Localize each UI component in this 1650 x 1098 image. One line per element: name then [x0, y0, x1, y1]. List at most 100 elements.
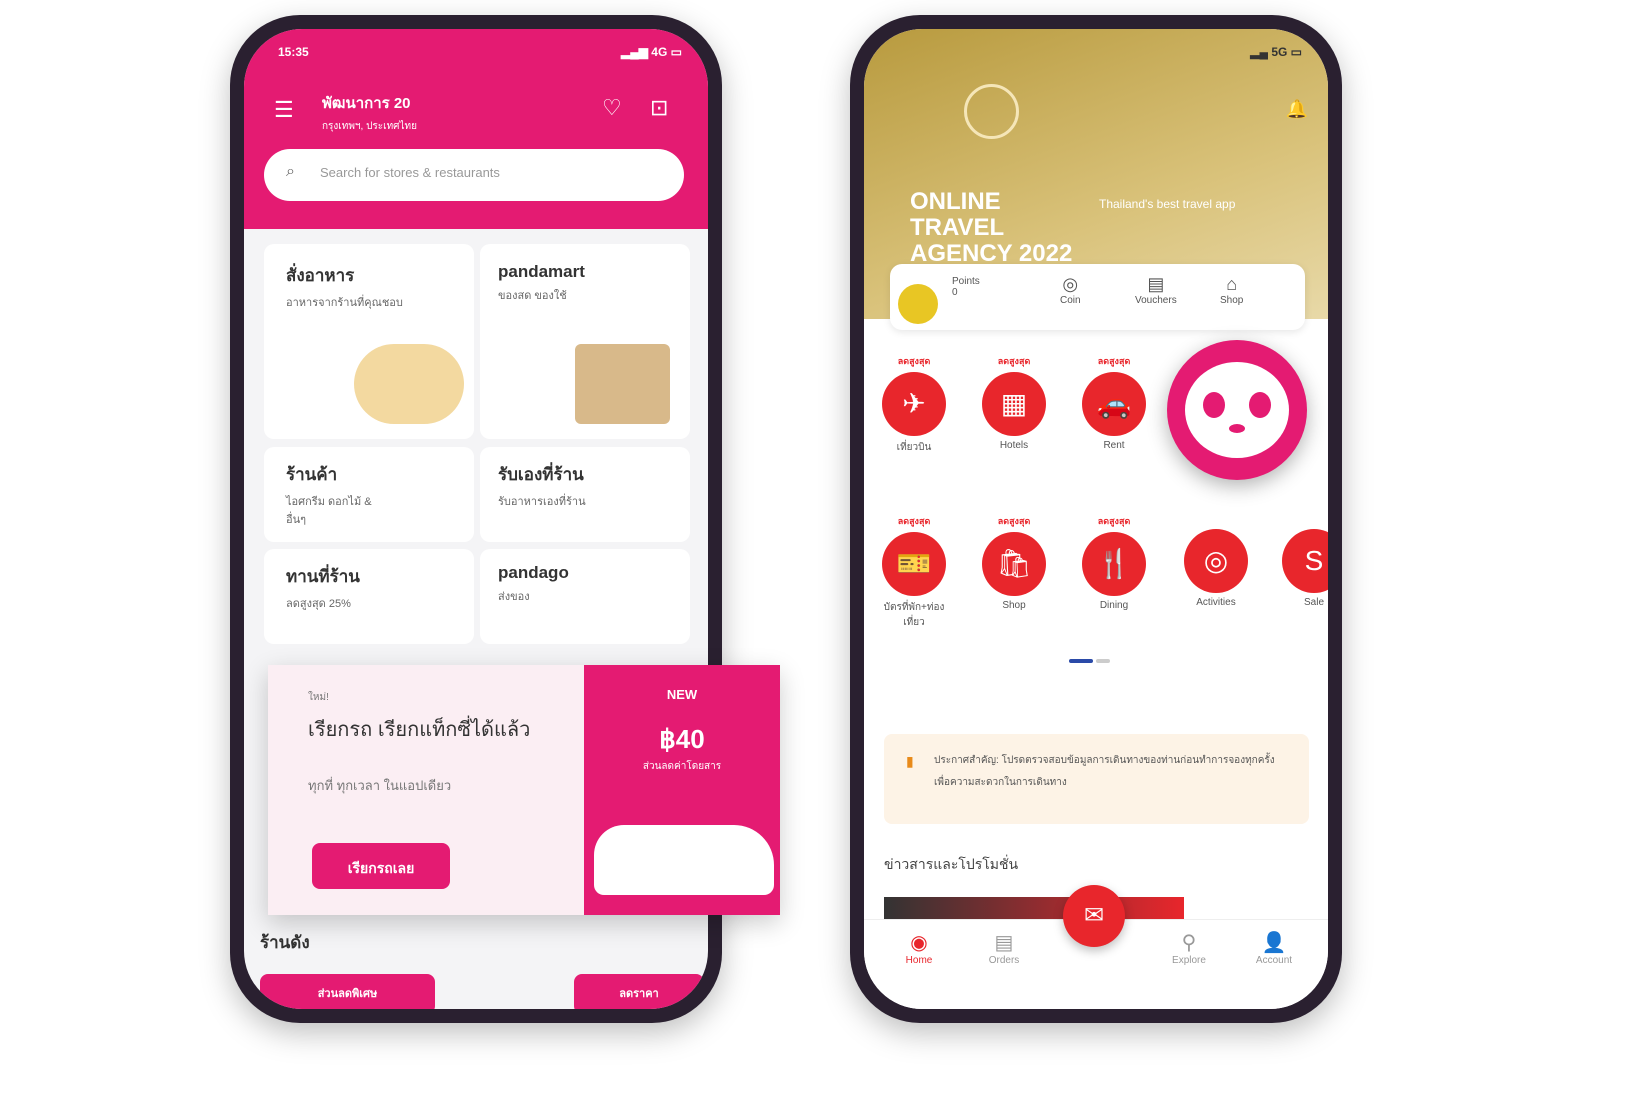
category-card[interactable]: pandago ส่งของ: [480, 549, 690, 644]
service-rent[interactable]: ลดสูงสุด 🚗 Rent: [1074, 354, 1154, 451]
card-title: pandamart: [498, 262, 585, 281]
promo-kicker: ใหม่!: [308, 692, 329, 703]
travel-screen: ▂▄ 5G ▭ ONLINE TRAVEL AGENCY 2022 Thaila…: [864, 29, 1328, 1009]
hotel-icon: ▦: [982, 372, 1046, 436]
voucher-icon: ▤: [1147, 274, 1165, 294]
service-sale[interactable]: S Sale: [1274, 525, 1328, 608]
page-dot: [1096, 659, 1110, 663]
nav-orders[interactable]: ▤ Orders: [974, 930, 1034, 966]
service-flights[interactable]: ลดสูงสุด ✈ เที่ยวบิน: [874, 354, 954, 455]
section-title: ข่าวสารและโปรโมชั่น: [884, 856, 1019, 872]
quick-shop[interactable]: ⌂ Shop: [1220, 274, 1243, 306]
card-title: ร้านค้า: [286, 465, 338, 484]
banner-title: ONLINE TRAVEL AGENCY 2022: [910, 188, 1073, 267]
promo-ad: NEW ฿40 ส่วนลดค่าโดยสาร: [584, 665, 780, 915]
home-icon: ◉: [910, 932, 928, 954]
car-icon: 🚗: [1082, 372, 1146, 436]
points-value: 0: [952, 287, 958, 298]
travel-phone: ▂▄ 5G ▭ ONLINE TRAVEL AGENCY 2022 Thaila…: [850, 15, 1342, 1023]
dining-icon: 🍴: [1082, 532, 1146, 596]
promo-tag: ลดสูงสุด: [1097, 516, 1131, 526]
warning-icon: ▮: [906, 753, 914, 769]
category-card[interactable]: ทานที่ร้าน ลดสูงสุด 25%: [264, 549, 474, 644]
heart-icon[interactable]: ♡: [602, 95, 622, 121]
nav-label: Account: [1255, 955, 1293, 966]
card-subtitle: รับอาหารเองที่ร้าน: [498, 496, 586, 508]
orders-icon: ▤: [994, 932, 1014, 954]
foodpanda-logo[interactable]: [1167, 340, 1307, 480]
promo-banner[interactable]: ใหม่! เรียกรถ เรียกแท็กซี่ได้แล้ว ทุกที่…: [268, 665, 780, 915]
car-image: [594, 825, 774, 895]
nav-account[interactable]: 👤 Account: [1244, 930, 1304, 966]
service-tickets[interactable]: ลดสูงสุด 🎫 บัตรที่พัก+ท่องเที่ยว: [874, 514, 954, 630]
notice-box[interactable]: ▮ ประกาศสำคัญ: โปรดตรวจสอบข้อมูลการเดินท…: [884, 734, 1309, 824]
nav-label: Home: [905, 955, 933, 966]
sale-icon: S: [1282, 529, 1328, 593]
section-title: ร้านดัง: [260, 933, 310, 952]
promo-tag: ลดสูงสุด: [897, 516, 931, 526]
header-subtitle: กรุงเทพฯ, ประเทศไทย: [322, 121, 418, 132]
promo-tag: ลดสูงสุด: [997, 356, 1031, 366]
quick-label: Coin: [1060, 295, 1081, 306]
nav-explore[interactable]: ⚲ Explore: [1159, 930, 1219, 966]
nav-label: Explore: [1172, 955, 1206, 966]
quick-label: Vouchers: [1135, 295, 1177, 306]
bottom-nav: ◉ Home ▤ Orders ✉ ⚲ Explore 👤 Account: [864, 885, 1328, 1009]
card-title: สั่งอาหาร: [286, 266, 355, 285]
explore-icon: ⚲: [1181, 932, 1197, 954]
search-input[interactable]: ⌕ Search for stores & restaurants: [264, 149, 684, 201]
restaurant-tile[interactable]: ส่วนลดพิเศษ: [260, 974, 435, 1009]
card-title: รับเองที่ร้าน: [498, 465, 584, 484]
coin-outline-icon: ◎: [1062, 274, 1079, 294]
category-card[interactable]: pandamart ของสด ของใช้: [480, 244, 690, 439]
category-card[interactable]: สั่งอาหารอาหารจากร้านที่คุณชอบ: [264, 244, 474, 439]
cart-icon[interactable]: ⊡: [650, 95, 668, 121]
service-activities[interactable]: ◎ Activities: [1176, 525, 1256, 608]
header-title: พัฒนาการ 20: [322, 95, 411, 112]
app-header: 15:35 ▂▄▆ 4G ▭ ☰ พัฒนาการ 20 กรุงเทพฯ, ป…: [244, 29, 708, 229]
ad-price: ฿40: [659, 724, 705, 754]
card-title: pandago: [498, 563, 569, 582]
ad-note: ส่วนลดค่าโดยสาร: [642, 761, 722, 772]
card-subtitle: ส่งของ: [498, 591, 530, 603]
nav-home[interactable]: ◉ Home: [889, 930, 949, 966]
card-subtitle: อาหารจากร้านที่คุณชอบ: [286, 297, 403, 309]
service-dining[interactable]: ลดสูงสุด 🍴 Dining: [1074, 514, 1154, 611]
promo-strip[interactable]: [884, 897, 1184, 919]
chat-icon: ✉: [1083, 902, 1105, 929]
quick-vouchers[interactable]: ▤ Vouchers: [1135, 274, 1177, 306]
promo-tag: ลดสูงสุด: [897, 356, 931, 366]
chat-button[interactable]: ✉: [1063, 885, 1125, 947]
category-card[interactable]: รับเองที่ร้านรับอาหารเองที่ร้าน: [480, 447, 690, 542]
promo-body: ทุกที่ ทุกเวลา ในแอปเดียว: [308, 778, 452, 793]
quick-coin[interactable]: ◎ Coin: [1060, 274, 1081, 306]
restaurant-tile[interactable]: ลดราคา: [574, 974, 704, 1009]
ad-title: NEW: [666, 687, 698, 702]
service-label: Dining: [1099, 600, 1129, 611]
status-icons: ▂▄▆ 4G ▭: [621, 45, 682, 59]
service-shop[interactable]: ลดสูงสุด 🛍 Shop: [974, 514, 1054, 611]
quick-label: Shop: [1220, 295, 1244, 306]
promo-cta-button[interactable]: เรียกรถเลย: [312, 843, 450, 889]
coin-icon: [898, 284, 938, 324]
ticket-icon: 🎫: [882, 532, 946, 596]
card-subtitle: ลดสูงสุด 25%: [286, 598, 351, 610]
activity-icon: ◎: [1184, 529, 1248, 593]
grocery-image: [575, 344, 670, 424]
food-image: [354, 344, 464, 424]
card-subtitle: ไอศกรีม ดอกไม้ & อื่นๆ: [286, 496, 372, 526]
plane-icon: ✈: [882, 372, 946, 436]
promo-title: เรียกรถ เรียกแท็กซี่ได้แล้ว: [308, 719, 531, 741]
service-hotels[interactable]: ลดสูงสุด ▦ Hotels: [974, 354, 1054, 451]
bell-icon[interactable]: 🔔: [1286, 99, 1308, 120]
quick-bar: Points 0 ◎ Coin ▤ Vouchers ⌂ Shop: [890, 264, 1305, 330]
service-label: Shop: [1002, 600, 1026, 611]
points[interactable]: Points 0: [952, 276, 980, 298]
service-label: Rent: [1103, 440, 1125, 451]
location[interactable]: พัฒนาการ 20 กรุงเทพฯ, ประเทศไทย: [322, 91, 417, 134]
status-icons: ▂▄ 5G ▭: [1250, 45, 1302, 59]
menu-icon[interactable]: ☰: [274, 97, 294, 123]
service-label: Hotels: [999, 440, 1029, 451]
category-card[interactable]: ร้านค้าไอศกรีม ดอกไม้ & อื่นๆ: [264, 447, 474, 542]
promo-tag: ลดสูงสุด: [997, 516, 1031, 526]
